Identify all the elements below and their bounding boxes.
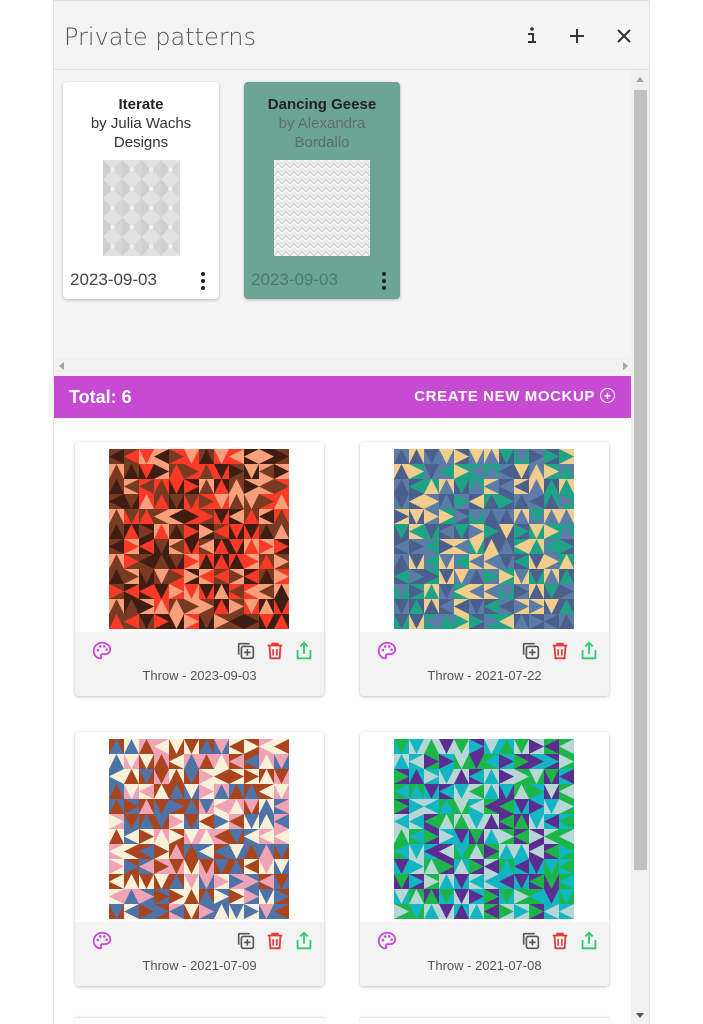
mockup-label: Throw - 2021-07-08 [427,958,542,973]
palette-icon[interactable] [376,930,398,952]
scroll-up-icon[interactable] [636,77,644,82]
pattern-author: by Alexandra Bordallo [278,115,366,151]
share-icon[interactable] [578,930,600,952]
horizontal-scrollbar[interactable] [54,357,633,375]
plus-icon[interactable] [564,23,590,49]
pattern-card-iterate[interactable]: Iterate by Julia Wachs Designs 2023-09-0… [63,82,219,299]
duplicate-icon[interactable] [520,640,542,662]
mockup-image[interactable] [394,449,574,629]
share-icon[interactable] [578,640,600,662]
duplicate-icon[interactable] [235,930,257,952]
pattern-author: by Julia Wachs Designs [90,115,192,151]
mockup-label: Throw - 2021-07-22 [427,668,542,683]
create-new-mockup-button[interactable]: CREATE NEW MOCKUP [414,388,595,405]
mockups-grid: Throw - 2023-09-03 Throw - 2021-07-22 Th… [54,418,633,1024]
pattern-name: Iterate [118,96,164,113]
patterns-list: Iterate by Julia Wachs Designs 2023-09-0… [54,70,633,357]
panel-header: Private patterns [54,0,649,70]
trash-icon[interactable] [264,640,286,662]
panel-title: Private patterns [64,23,256,51]
scroll-right-icon[interactable] [623,362,628,370]
duplicate-icon[interactable] [520,930,542,952]
total-count: Total: 6 [69,387,132,407]
close-icon[interactable] [611,23,637,49]
mockup-card[interactable]: Throw - 2023-09-03 [75,442,324,696]
pattern-name: Dancing Geese [267,96,377,113]
private-patterns-panel: Private patterns Iterate by Julia Wachs … [53,0,650,1024]
pattern-date: 2023-09-03 [251,270,338,289]
mockup-footer: Throw - 2023-09-03 [75,632,324,696]
trash-icon[interactable] [264,930,286,952]
duplicate-icon[interactable] [235,640,257,662]
mockup-card[interactable]: Throw - 2021-07-08 [360,732,609,986]
scrollbar-thumb[interactable] [634,90,647,870]
mockup-label: Throw - 2023-09-03 [142,668,257,683]
pattern-thumbnail [274,160,370,256]
mockup-card[interactable]: Throw - 2021-07-22 [360,442,609,696]
mockup-toolbar: Total: 6 CREATE NEW MOCKUP + [54,376,633,418]
palette-icon[interactable] [91,640,113,662]
info-icon[interactable] [519,23,545,49]
share-icon[interactable] [293,930,315,952]
mockup-label: Throw - 2021-07-09 [142,958,257,973]
add-circle-icon[interactable]: + [600,388,615,403]
mockup-footer: Throw - 2021-07-08 [360,922,609,986]
trash-icon[interactable] [549,930,571,952]
more-options-icon[interactable] [199,272,207,292]
mockup-footer: Throw - 2021-07-09 [75,922,324,986]
palette-icon[interactable] [91,930,113,952]
vertical-scrollbar[interactable] [631,70,649,1024]
scroll-down-icon[interactable] [636,1013,644,1018]
mockup-image[interactable] [394,739,574,919]
pattern-thumbnail [103,160,180,256]
mockup-image[interactable] [109,739,289,919]
mockup-card[interactable]: Throw - 2021-07-09 [75,732,324,986]
palette-icon[interactable] [376,640,398,662]
pattern-card-dancing-geese[interactable]: Dancing Geese by Alexandra Bordallo 2023… [244,82,400,299]
mockup-image[interactable] [109,449,289,629]
pattern-date: 2023-09-03 [70,270,157,289]
more-options-icon[interactable] [380,272,388,292]
mockup-card-partial[interactable] [75,1018,324,1024]
mockup-footer: Throw - 2021-07-22 [360,632,609,696]
scroll-left-icon[interactable] [59,362,64,370]
mockup-card-partial[interactable] [360,1018,609,1024]
share-icon[interactable] [293,640,315,662]
trash-icon[interactable] [549,640,571,662]
